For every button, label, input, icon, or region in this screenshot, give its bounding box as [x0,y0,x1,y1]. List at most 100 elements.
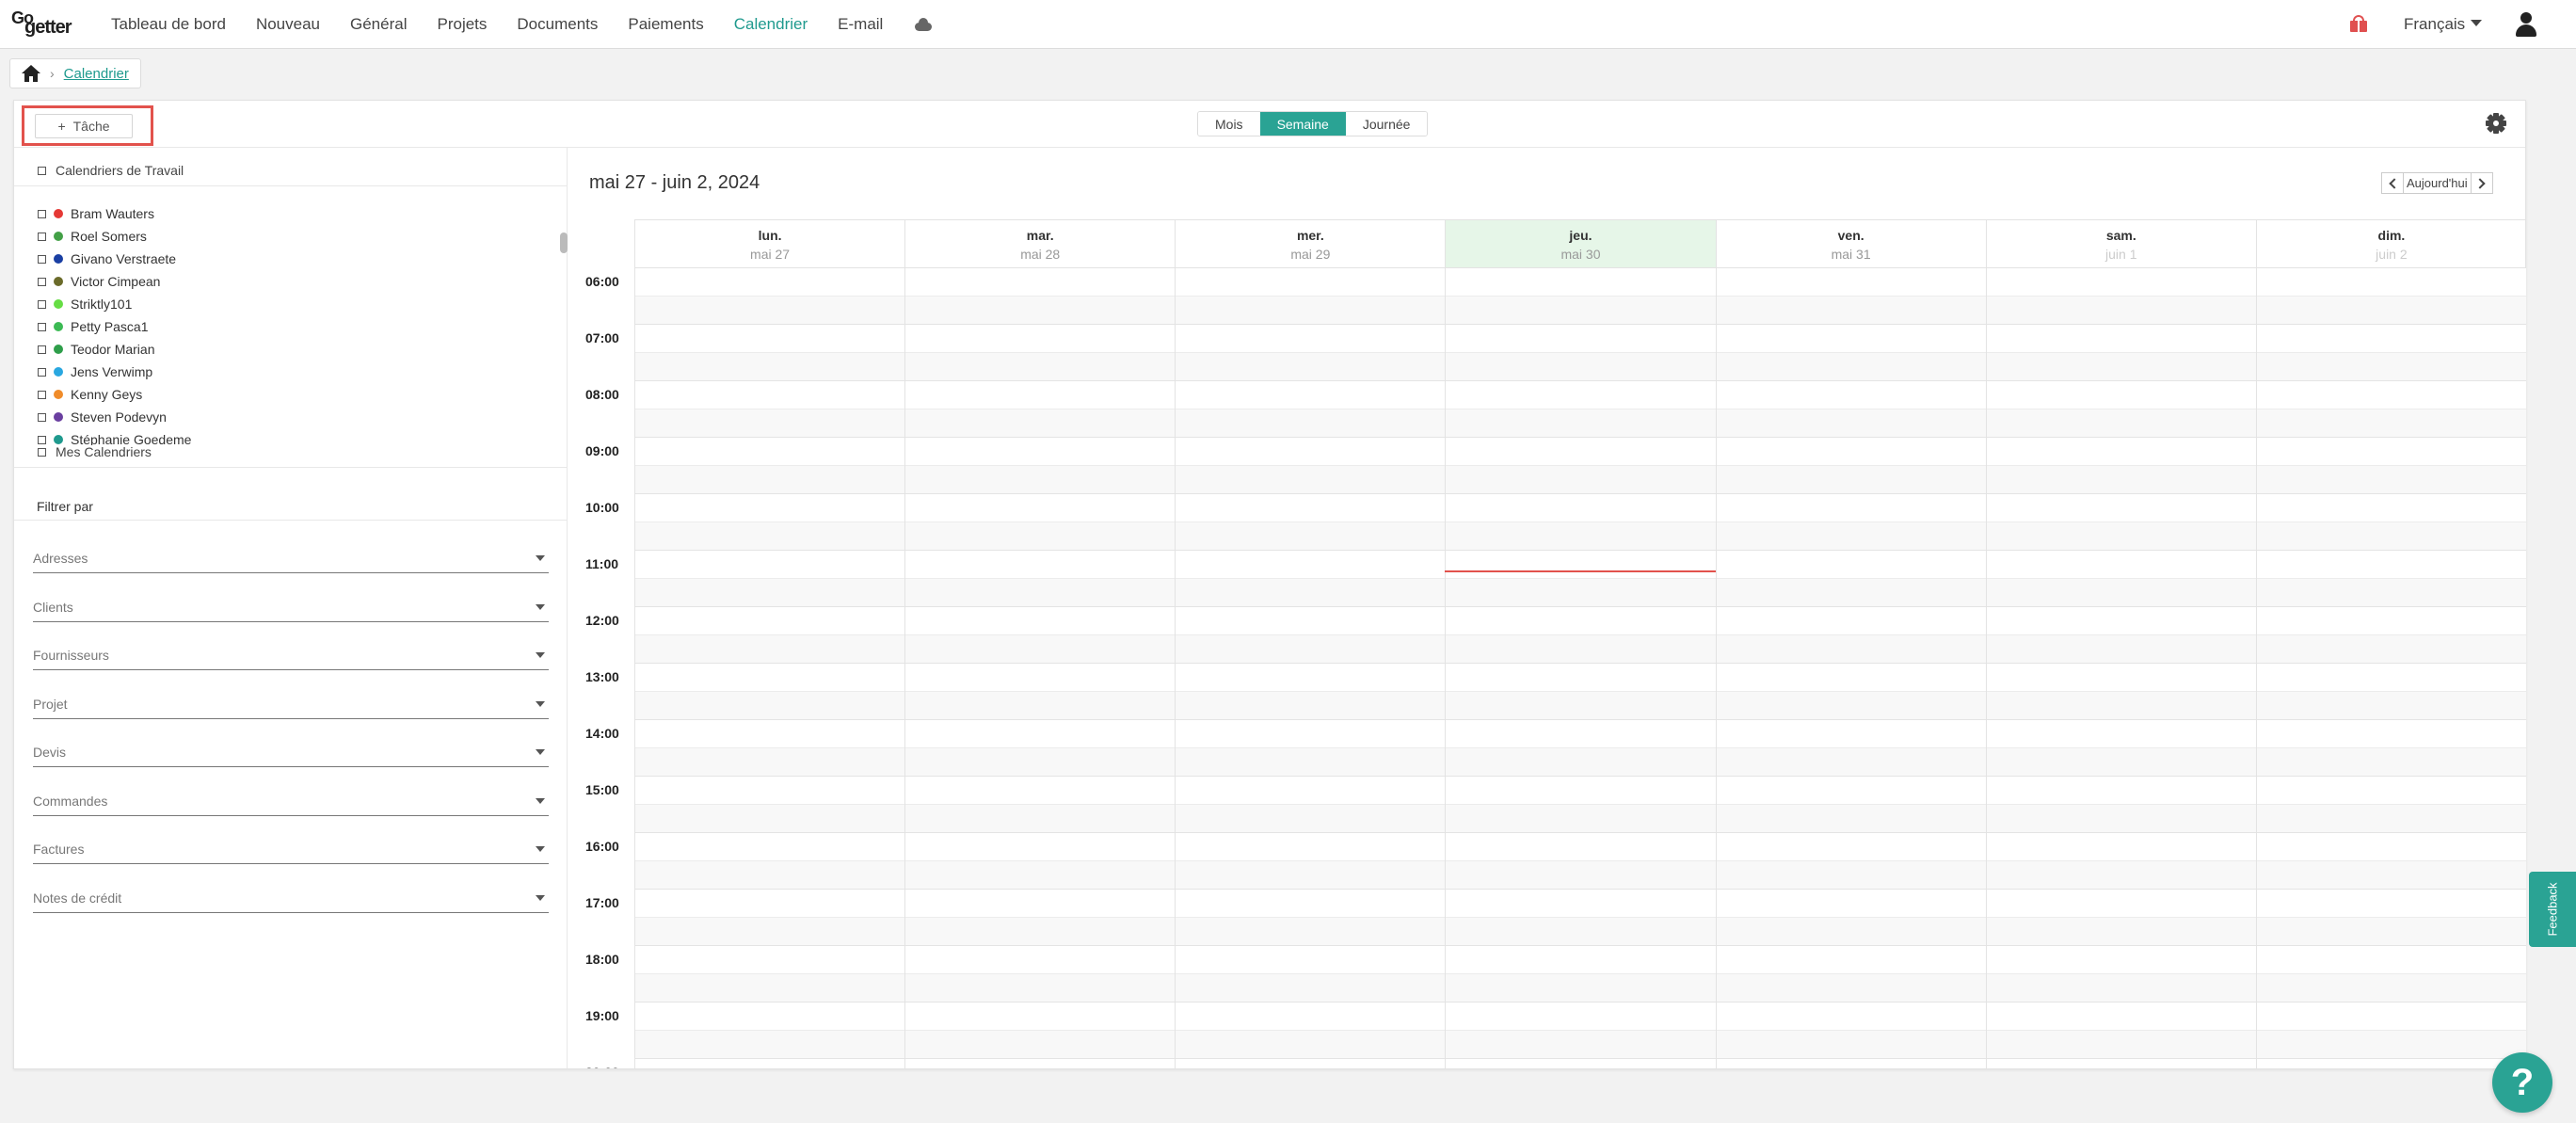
time-slot[interactable] [634,353,2526,381]
today-button[interactable]: Aujourd'hui [2404,172,2471,194]
help-button[interactable]: ? [2492,1052,2552,1113]
my-calendars-header[interactable]: Mes Calendriers [38,444,152,459]
calendar-list-item[interactable]: Bram Wauters [38,202,546,225]
day-header[interactable]: jeu. mai 30 [1445,219,1716,268]
next-week-button[interactable] [2470,172,2493,194]
filter-dropdown-fournisseurs[interactable]: Fournisseurs [33,640,549,670]
time-slot[interactable] [634,325,2526,353]
calendar-list-item[interactable]: Givano Verstraete [38,248,546,270]
day-header[interactable]: mar. mai 28 [904,219,1176,268]
day-header[interactable]: sam. juin 1 [1985,219,2256,268]
checkbox[interactable] [38,322,46,331]
user-icon[interactable] [2516,12,2536,37]
chevron-right-icon [2474,177,2486,189]
filter-dropdown-projet[interactable]: Projet [33,689,549,719]
time-slot[interactable] [634,748,2526,777]
filter-dropdown-notes-de-cr-dit[interactable]: Notes de crédit [33,883,549,913]
time-slot[interactable] [634,805,2526,833]
calendar-list-item[interactable]: Striktly101 [38,293,546,315]
time-slot[interactable] [634,297,2526,325]
nav-item-calendrier[interactable]: Calendrier [734,15,808,34]
filter-dropdown-devis[interactable]: Devis [33,737,549,767]
checkbox[interactable] [38,209,46,218]
add-task-button[interactable]: + Tâche [35,114,133,138]
time-slot[interactable] [634,664,2526,692]
checkbox[interactable] [38,299,46,309]
nav-item-email[interactable]: E-mail [838,15,883,34]
time-slot[interactable] [634,551,2526,579]
time-slot[interactable] [634,607,2526,635]
work-calendars-header[interactable]: Calendriers de Travail [38,163,184,178]
checkbox[interactable] [38,435,46,444]
day-header[interactable]: ven. mai 31 [1715,219,1986,268]
filter-label: Commandes [33,793,108,809]
checkbox[interactable] [38,390,46,399]
calendar-list-item[interactable]: Victor Cimpean [38,270,546,293]
nav-item-general[interactable]: Général [350,15,407,34]
calendar-list-item[interactable]: Steven Podevyn [38,406,546,428]
time-slot[interactable] [634,522,2526,551]
breadcrumb-calendrier-link[interactable]: Calendrier [64,66,129,82]
time-slot[interactable] [634,692,2526,720]
time-slot[interactable] [634,777,2526,805]
calendar-list-item[interactable]: Petty Pasca1 [38,315,546,338]
time-slot[interactable] [634,974,2526,1003]
calendar-list-scrollbar[interactable] [560,233,568,253]
feedback-tab[interactable]: Feedback [2529,872,2576,947]
calendar-list-item[interactable]: Roel Somers [38,225,546,248]
time-slot[interactable] [634,268,2526,297]
filter-dropdown-commandes[interactable]: Commandes [33,786,549,816]
gogetter-logo[interactable]: Go getter [11,9,83,40]
nav-item-documents[interactable]: Documents [517,15,598,34]
time-slot[interactable] [634,861,2526,890]
time-slot[interactable] [634,890,2526,918]
view-day-button[interactable]: Journée [1345,112,1428,136]
filter-dropdown-clients[interactable]: Clients [33,592,549,622]
time-slot[interactable] [634,381,2526,409]
language-selector[interactable]: Français [2404,15,2483,34]
time-slot[interactable] [634,833,2526,861]
checkbox[interactable] [38,367,46,377]
checkbox[interactable] [38,277,46,286]
checkbox[interactable] [38,232,46,241]
time-slot[interactable] [634,579,2526,607]
day-header[interactable]: mer. mai 29 [1175,219,1446,268]
checkbox[interactable] [38,254,46,264]
previous-week-button[interactable] [2381,172,2404,194]
filter-label: Projet [33,696,68,712]
checkbox[interactable] [38,412,46,422]
checkbox[interactable] [38,447,46,457]
checkbox[interactable] [38,166,46,175]
gear-icon[interactable] [2486,113,2506,134]
time-slot[interactable] [634,438,2526,466]
time-slot[interactable] [634,1031,2526,1059]
gift-icon[interactable] [2349,15,2368,32]
nav-item-paiements[interactable]: Paiements [628,15,703,34]
time-slot[interactable] [634,1059,2526,1068]
cloud-icon[interactable] [913,18,934,31]
time-slot[interactable] [634,918,2526,946]
time-slot[interactable] [634,409,2526,438]
time-slot[interactable] [634,635,2526,664]
day-header[interactable]: lun. mai 27 [634,219,905,268]
time-slot[interactable] [634,946,2526,974]
day-header[interactable]: dim. juin 2 [2255,219,2526,268]
home-icon[interactable] [22,65,40,82]
view-week-button[interactable]: Semaine [1259,112,1346,136]
time-slot[interactable] [634,466,2526,494]
time-slot[interactable] [634,720,2526,748]
nav-item-tableau-de-bord[interactable]: Tableau de bord [111,15,226,34]
checkbox[interactable] [38,345,46,354]
hour-label: 14:00 [585,726,619,741]
filter-dropdown-adresses[interactable]: Adresses [33,543,549,573]
view-month-button[interactable]: Mois [1198,112,1260,136]
time-slot[interactable] [634,494,2526,522]
nav-item-projets[interactable]: Projets [437,15,487,34]
calendar-list-item[interactable]: Jens Verwimp [38,361,546,383]
filter-dropdown-factures[interactable]: Factures [33,834,549,864]
calendar-list-item[interactable]: Kenny Geys [38,383,546,406]
calendar-list-item[interactable]: Stéphanie Goedeme [38,428,546,445]
nav-item-nouveau[interactable]: Nouveau [256,15,320,34]
calendar-list-item[interactable]: Teodor Marian [38,338,546,361]
time-slot[interactable] [634,1003,2526,1031]
